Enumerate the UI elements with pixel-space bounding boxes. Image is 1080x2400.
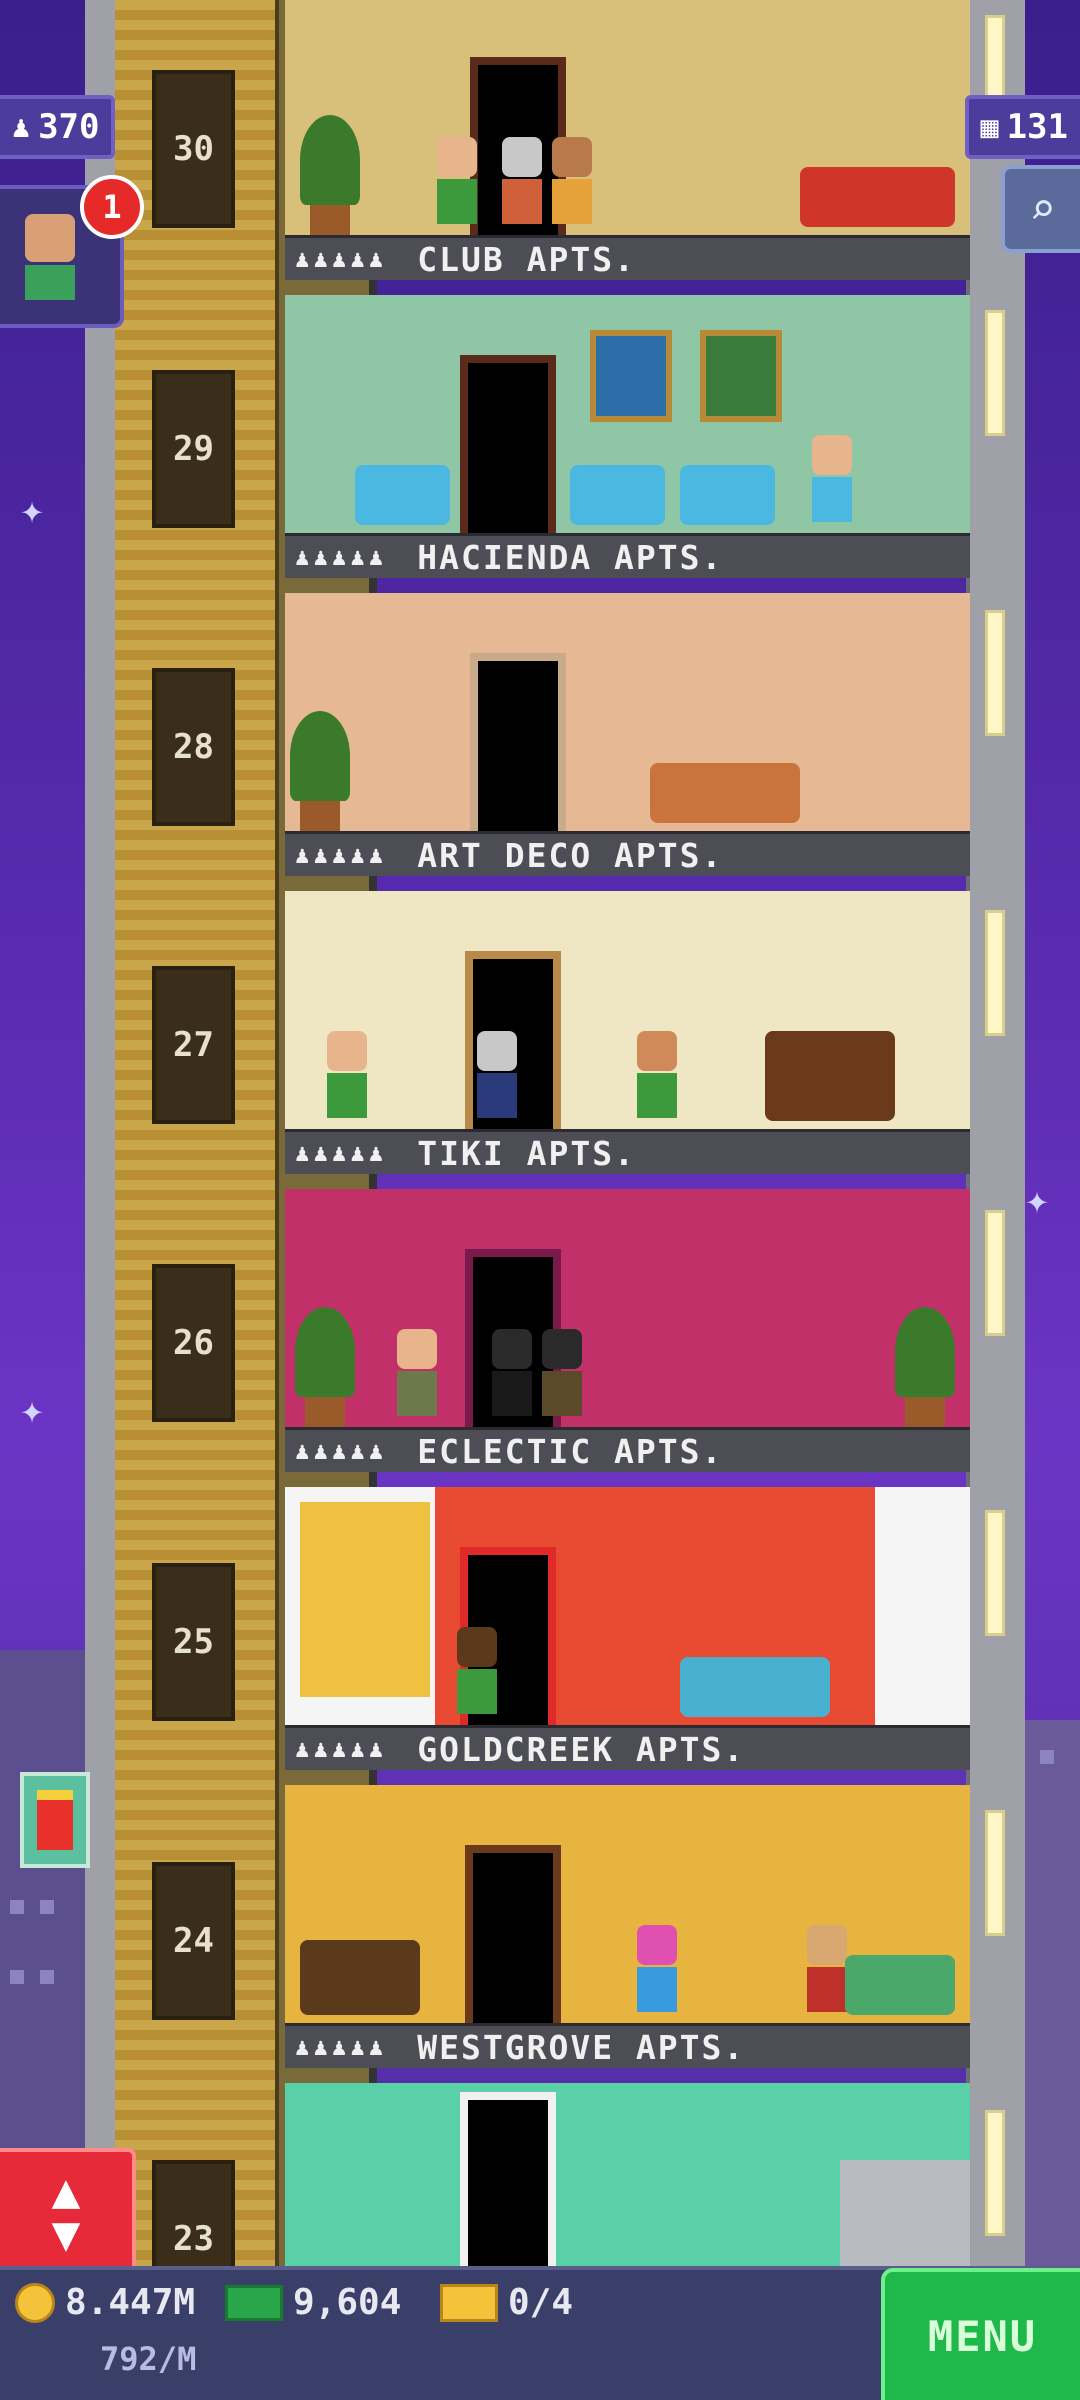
floor-number: 29 [152,370,235,528]
floor-westgrove[interactable] [285,1785,970,2023]
resident[interactable] [550,137,594,227]
plant [290,711,350,831]
floor-number: 28 [152,668,235,826]
floor-label: ♟♟♟♟♟ TIKI APTS. [285,1129,970,1174]
floor-club[interactable] [285,0,970,235]
elevator-button[interactable]: ▲ ▼ [0,2148,136,2278]
up-down-arrow-icon: ▲ ▼ [51,2162,81,2262]
star-decoration: ✦ [1025,1177,1050,1223]
coins-rate: 792/M [100,2340,197,2378]
resident[interactable] [475,1031,519,1121]
floor-number: 24 [152,1862,235,2020]
armchair [570,465,665,525]
tickets-counter[interactable]: 0/4 [440,2282,573,2323]
wall-panel [875,1487,970,1725]
ticket-icon [440,2283,498,2322]
tower-frame-right [966,0,1025,2270]
floor-tiki[interactable] [285,891,970,1129]
floor-eclectic[interactable] [285,1189,970,1427]
resident[interactable] [810,435,854,525]
tv [300,1940,420,2015]
floor-label: ♟♟♟♟♟ ART DECO APTS. [285,831,970,876]
floor-label: ♟♟♟♟♟ HACIENDA APTS. [285,533,970,578]
painting [590,330,672,422]
bux-counter[interactable]: 9,604 [225,2282,401,2323]
coin-icon [15,2282,55,2323]
floor-hacienda[interactable] [285,295,970,533]
floor-number: 30 [152,70,235,228]
floor-counter[interactable]: ▦ 131 [964,95,1080,159]
star-decoration: ✦ [20,1387,45,1433]
floor-label: ♟♟♟♟♟ WESTGROVE APTS. [285,2023,970,2068]
floor-number: 26 [152,1264,235,1422]
floor-23[interactable] [285,2083,970,2270]
coins-counter[interactable]: 8.447M [15,2282,195,2323]
person-icon: ♟ [12,109,31,145]
sofa [845,1955,955,2015]
resident[interactable] [540,1329,584,1419]
resident[interactable] [455,1627,499,1717]
magnifier-icon: ⌕ [1029,183,1056,235]
floor-door [460,2092,556,2270]
floor-number: 25 [152,1563,235,1721]
floor-label: ♟♟♟♟♟ CLUB APTS. [285,235,970,280]
floor-label: ♟♟♟♟♟ GOLDCREEK APTS. [285,1725,970,1770]
armchair [680,465,775,525]
floor-goldcreek[interactable] [285,1487,970,1725]
fireplace [765,1031,895,1121]
cash-icon [225,2284,283,2321]
resident[interactable] [805,1925,849,2015]
floor-door [460,355,556,533]
resident[interactable] [395,1329,439,1419]
abstract-art [300,1502,430,1697]
painting [700,330,782,422]
plant [895,1307,955,1427]
fries-shop-icon[interactable] [20,1772,90,1868]
resident[interactable] [635,1925,679,2015]
floor-door [470,653,566,831]
notification-badge: 1 [80,175,144,239]
resident[interactable] [435,137,479,227]
sofa [680,1657,830,1717]
floor-number: 27 [152,966,235,1124]
avatar [25,214,75,300]
plant [300,115,360,235]
star-decoration: ✦ [20,487,45,533]
armchair [355,465,450,525]
resident[interactable] [490,1329,534,1419]
resident[interactable] [325,1031,369,1121]
population-counter[interactable]: ♟ 370 [0,95,116,159]
menu-button[interactable]: MENU [881,2268,1080,2400]
cabinet [840,2160,970,2270]
floor-label: ♟♟♟♟♟ ECLECTIC APTS. [285,1427,970,1472]
sofa [800,167,955,227]
resident[interactable] [500,137,544,227]
resident[interactable] [635,1031,679,1121]
plant [295,1307,355,1427]
tower-frame-left [85,0,119,2270]
floor-art-deco[interactable] [285,593,970,831]
zoom-button[interactable]: ⌕ [1001,165,1080,253]
sofa [650,763,800,823]
floor-door [465,1845,561,2023]
building-icon: ▦ [980,109,999,145]
